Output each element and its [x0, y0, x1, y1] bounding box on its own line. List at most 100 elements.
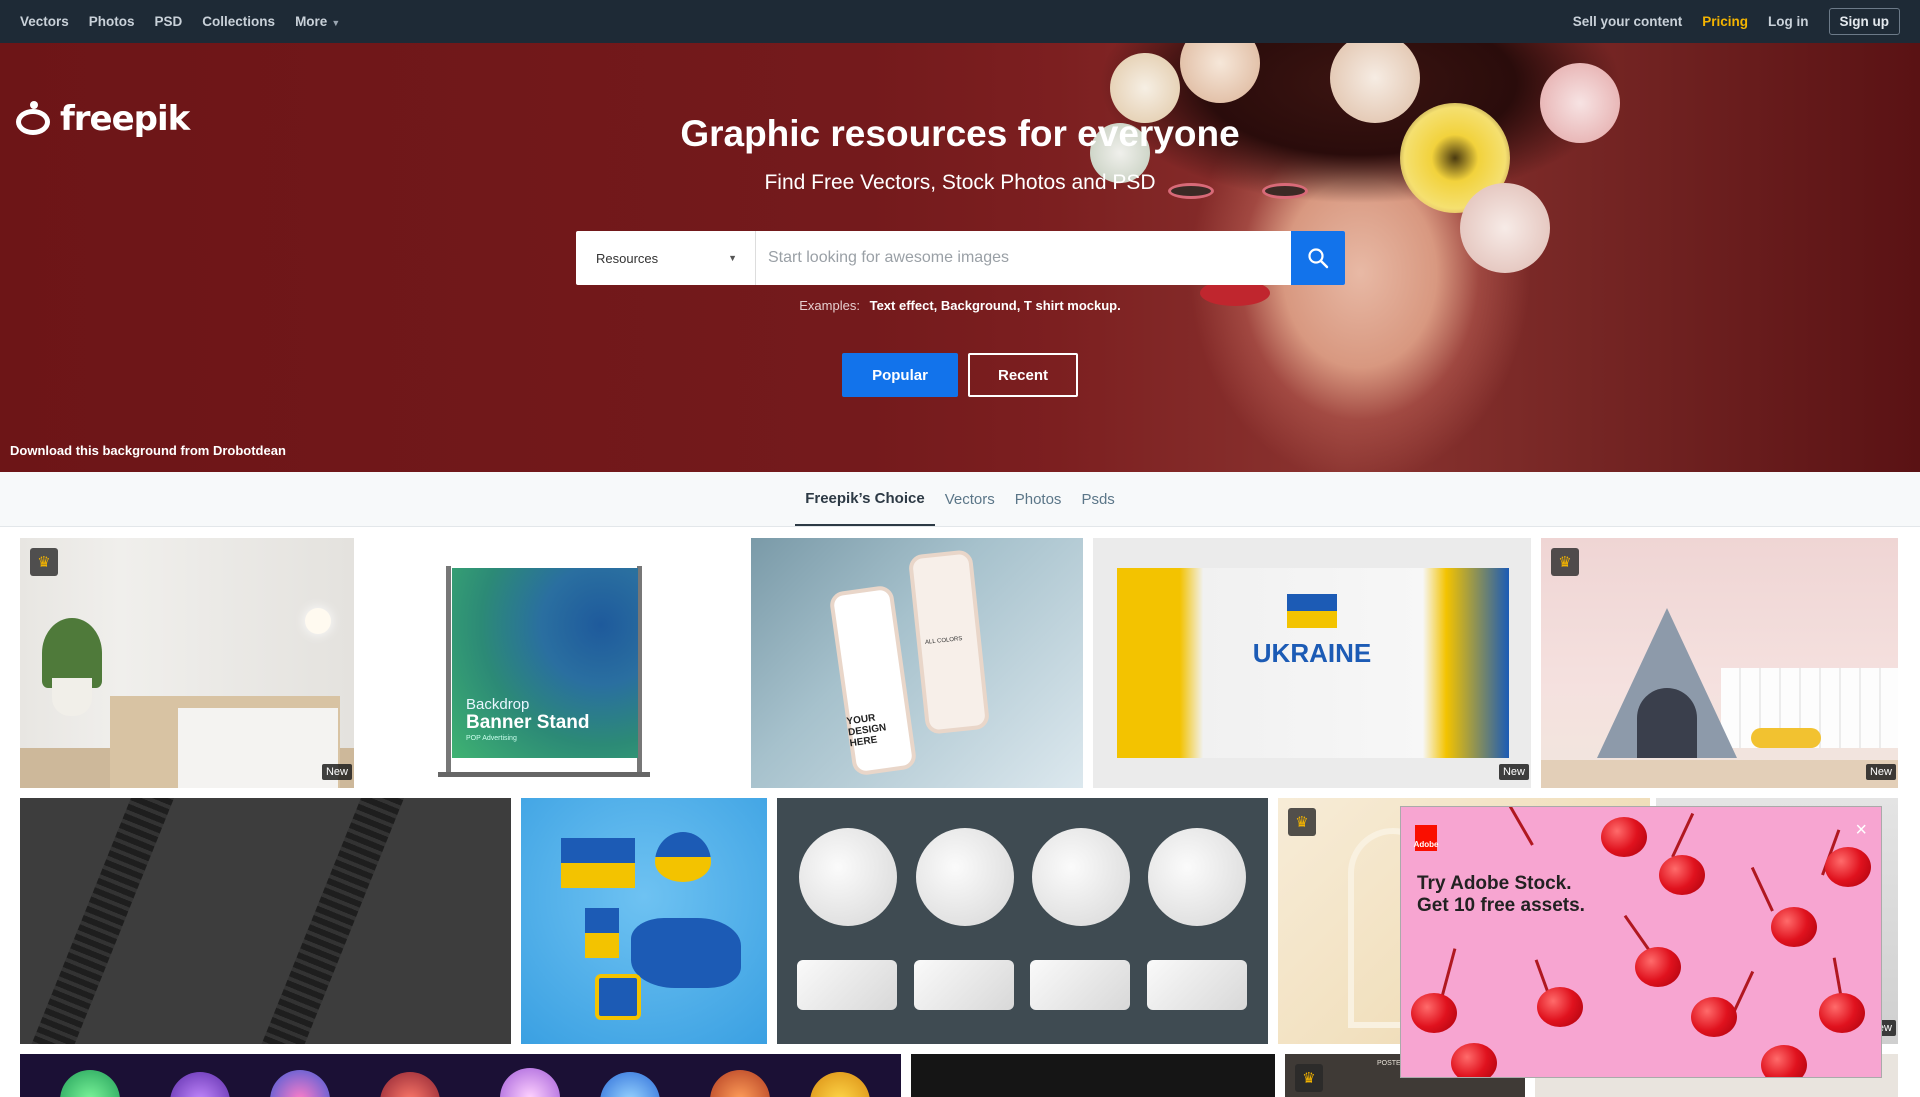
thumb-stand-base	[438, 772, 650, 777]
background-credit-link[interactable]: Download this background from Drobotdean	[10, 443, 286, 458]
thumb-kids-tent[interactable]: ♛ New	[1541, 538, 1898, 788]
pricing-link[interactable]: Pricing	[1702, 14, 1748, 29]
cherry-shape	[1659, 855, 1705, 895]
thumb-banner-text-1: Backdrop	[466, 696, 530, 713]
thumb-phone-mockup[interactable]: YOUR DESIGN HERE ALL COLORS	[751, 538, 1083, 788]
thumb-interior-cabinet[interactable]: ♛ New	[20, 538, 354, 788]
top-nav: Vectors Photos PSD Collections More ▼ Sel…	[0, 0, 1920, 43]
thumb-map-icon	[631, 918, 741, 988]
nav-collections[interactable]: Collections	[202, 14, 275, 29]
search-input[interactable]	[756, 231, 1291, 285]
caret-down-icon: ▼	[331, 18, 341, 28]
thumb-banner-text-3: POP Advertising	[466, 735, 517, 742]
thumb-phone-front	[828, 584, 918, 777]
tab-vectors[interactable]: Vectors	[935, 472, 1005, 526]
cherry-shape	[1761, 1045, 1807, 1077]
new-badge: New	[1498, 764, 1529, 780]
thumb-planet	[170, 1072, 230, 1097]
thumb-track	[251, 798, 409, 1044]
adobe-stock-ad[interactable]: Adobe Try Adobe Stock. Get 10 free asset…	[1400, 806, 1882, 1078]
cherry-shape	[1537, 987, 1583, 1027]
thumb-ukraine-icons[interactable]	[521, 798, 767, 1044]
popular-button[interactable]: Popular	[842, 353, 958, 397]
thumb-dark[interactable]	[911, 1054, 1275, 1097]
new-badge: New	[1865, 764, 1896, 780]
thumb-planet	[810, 1072, 870, 1097]
tab-photos[interactable]: Photos	[1005, 472, 1072, 526]
content-tabs: Freepik’s Choice Vectors Photos Psds	[0, 472, 1920, 527]
premium-crown-badge: ♛	[30, 548, 58, 576]
cherry-stem	[1441, 948, 1457, 996]
cherry-stem	[1750, 866, 1774, 912]
adobe-logo: Adobe	[1414, 825, 1438, 851]
ad-line-2: Get 10 free assets.	[1417, 895, 1585, 916]
tab-freepiks-choice[interactable]: Freepik’s Choice	[795, 472, 935, 526]
thumb-banner-text-2: Banner Stand	[466, 712, 590, 733]
login-link[interactable]: Log in	[1768, 14, 1809, 29]
thumb-planets[interactable]	[20, 1054, 901, 1097]
cherry-stem	[1671, 812, 1695, 858]
search-button[interactable]	[1291, 231, 1345, 285]
thumb-flag-icon	[561, 838, 635, 888]
crown-icon: ♛	[1295, 813, 1309, 831]
cherry-shape	[1451, 1043, 1497, 1077]
flower-shape	[1460, 183, 1550, 273]
sell-content-link[interactable]: Sell your content	[1573, 14, 1683, 29]
thumb-paper-stickers[interactable]	[777, 798, 1268, 1044]
nav-photos[interactable]: Photos	[89, 14, 135, 29]
cherry-shape	[1411, 993, 1457, 1033]
top-nav-right: Sell your content Pricing Log in Sign up	[1573, 8, 1900, 35]
premium-crown-badge: ♛	[1288, 808, 1316, 836]
cherry-shape	[1635, 947, 1681, 987]
crown-icon: ♛	[1558, 553, 1572, 571]
thumb-banner-stand[interactable]: Backdrop Banner Stand POP Advertising	[364, 538, 744, 788]
thumb-sticker-circle	[799, 828, 897, 926]
thumb-planet	[60, 1070, 120, 1097]
resource-type-select[interactable]: Resources ▼	[576, 231, 756, 285]
thumb-ukraine-flag	[1287, 594, 1337, 628]
thumb-sticker-rect	[1147, 960, 1247, 1010]
thumb-sticker-circle	[1148, 828, 1246, 926]
close-icon[interactable]: ×	[1855, 819, 1867, 842]
thumb-trident-icon	[595, 974, 641, 1020]
thumb-cabinet-door	[178, 708, 338, 788]
top-nav-left: Vectors Photos PSD Collections More ▼	[20, 14, 340, 29]
nav-vectors[interactable]: Vectors	[20, 14, 69, 29]
cherry-shape	[1691, 997, 1737, 1037]
thumb-heart-icon	[655, 832, 711, 882]
premium-crown-badge: ♛	[1295, 1064, 1323, 1092]
cherry-shape	[1601, 817, 1647, 857]
thumb-planet	[270, 1070, 330, 1097]
thumb-sticker-rect	[914, 960, 1014, 1010]
cherry-shape	[1771, 907, 1817, 947]
thumb-lamp	[305, 608, 331, 634]
new-badge: New	[321, 764, 352, 780]
search-icon	[1308, 248, 1329, 269]
thumb-toy-plane	[1751, 728, 1821, 748]
thumb-tire-tracks[interactable]	[20, 798, 511, 1044]
recent-button[interactable]: Recent	[968, 353, 1078, 397]
examples-label: Examples:	[799, 298, 860, 313]
ad-line-1: Try Adobe Stock.	[1417, 873, 1572, 894]
hero-subtitle: Find Free Vectors, Stock Photos and PSD	[764, 171, 1156, 194]
cherry-stem	[1507, 807, 1534, 846]
thumb-ukraine-banner[interactable]: UKRAINE New	[1093, 538, 1531, 788]
thumb-tent-opening	[1637, 688, 1697, 758]
signup-button[interactable]: Sign up	[1828, 8, 1900, 35]
resource-type-label: Resources	[596, 250, 659, 266]
search-bar: Resources ▼	[576, 231, 1345, 285]
thumb-floor	[1541, 760, 1898, 788]
nav-psd[interactable]: PSD	[155, 14, 183, 29]
tab-psds[interactable]: Psds	[1071, 472, 1124, 526]
thumb-sticker-rect	[1030, 960, 1130, 1010]
thumb-planet	[380, 1072, 440, 1097]
thumb-sticker-rect	[797, 960, 897, 1010]
thumb-track	[21, 798, 179, 1044]
nav-more[interactable]: More ▼	[295, 14, 340, 29]
thumb-sticker-circle	[1032, 828, 1130, 926]
examples-links[interactable]: Text effect, Background, T shirt mockup.	[870, 298, 1121, 313]
thumb-plant-pot	[52, 678, 92, 716]
thumb-phone-text: YOUR DESIGN HERE	[845, 712, 887, 750]
thumb-shield-icon	[585, 908, 619, 958]
thumb-planet	[600, 1072, 660, 1097]
